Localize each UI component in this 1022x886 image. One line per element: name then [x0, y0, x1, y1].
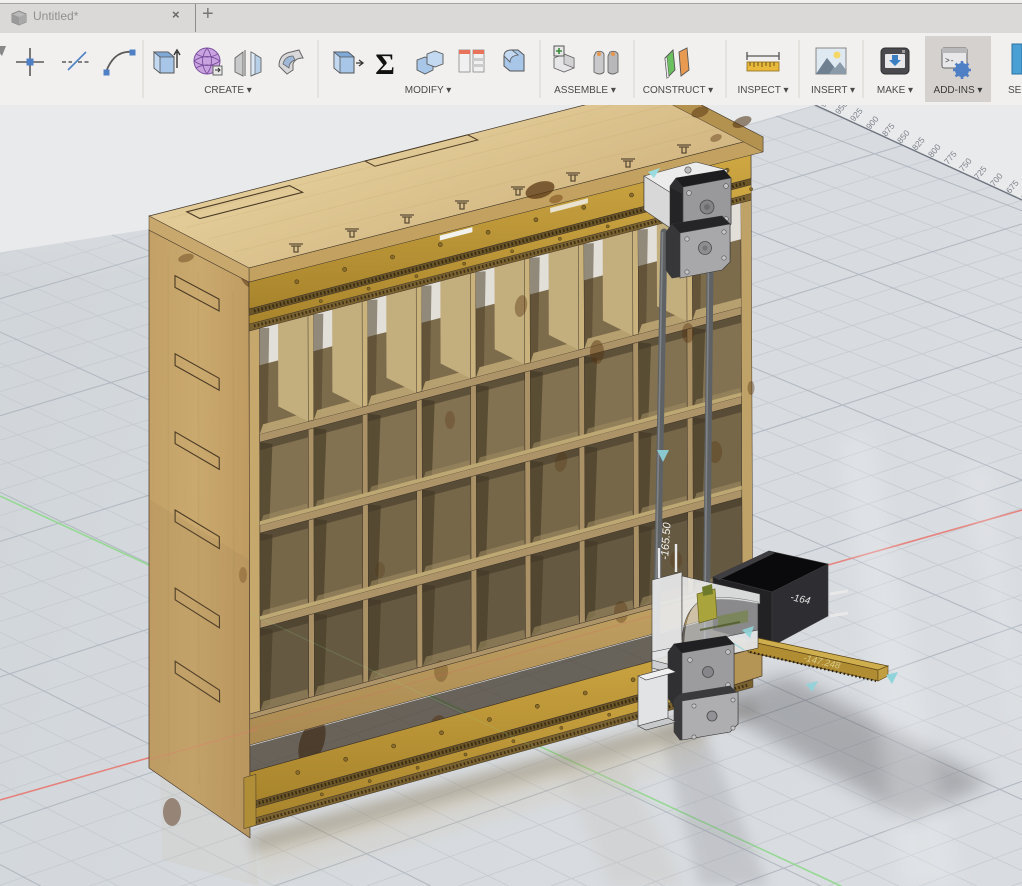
svg-text:INSPECT ▾: INSPECT ▾ — [738, 85, 789, 96]
svg-text:CREATE ▾: CREATE ▾ — [204, 85, 252, 96]
svg-text:ASSEMBLE ▾: ASSEMBLE ▾ — [554, 85, 616, 96]
svg-text:Σ: Σ — [375, 48, 395, 81]
svg-text:>-: >- — [945, 57, 955, 66]
svg-text:SE: SE — [1008, 85, 1022, 96]
svg-text:ADD-INS ▾: ADD-INS ▾ — [934, 85, 983, 96]
svg-text:INSERT ▾: INSERT ▾ — [811, 85, 855, 96]
svg-text:CONSTRUCT ▾: CONSTRUCT ▾ — [643, 85, 713, 96]
svg-text:MAKE ▾: MAKE ▾ — [877, 85, 913, 96]
svg-text:MODIFY ▾: MODIFY ▾ — [405, 85, 452, 96]
